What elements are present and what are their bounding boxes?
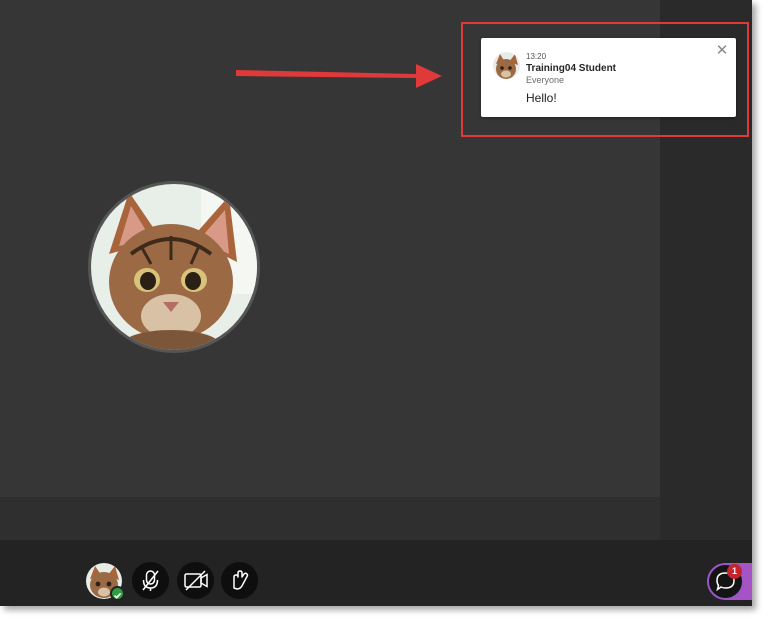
stage-footer-strip (0, 497, 660, 540)
arrow-annotation (236, 64, 442, 88)
close-icon[interactable]: ✕ (714, 43, 730, 59)
participant-avatar (88, 181, 260, 353)
unread-badge: 1 (727, 564, 742, 579)
mic-off-icon (142, 570, 159, 591)
camera-button[interactable] (177, 562, 214, 599)
raise-hand-button[interactable] (221, 562, 258, 599)
sender-avatar (493, 52, 520, 79)
cat-image (91, 184, 257, 350)
chat-notification[interactable]: 13:20 Training04 Student Everyone Hello!… (481, 38, 736, 117)
mute-microphone-button[interactable] (132, 562, 169, 599)
message-text: Hello! (526, 91, 557, 105)
status-check-icon (110, 586, 125, 601)
message-time: 13:20 (526, 52, 547, 61)
sender-name: Training04 Student (526, 63, 617, 74)
raise-hand-icon (233, 570, 249, 590)
message-audience: Everyone (526, 75, 565, 85)
collaborate-session-window: 13:20 Training04 Student Everyone Hello!… (0, 0, 752, 606)
camera-off-icon (184, 570, 208, 591)
